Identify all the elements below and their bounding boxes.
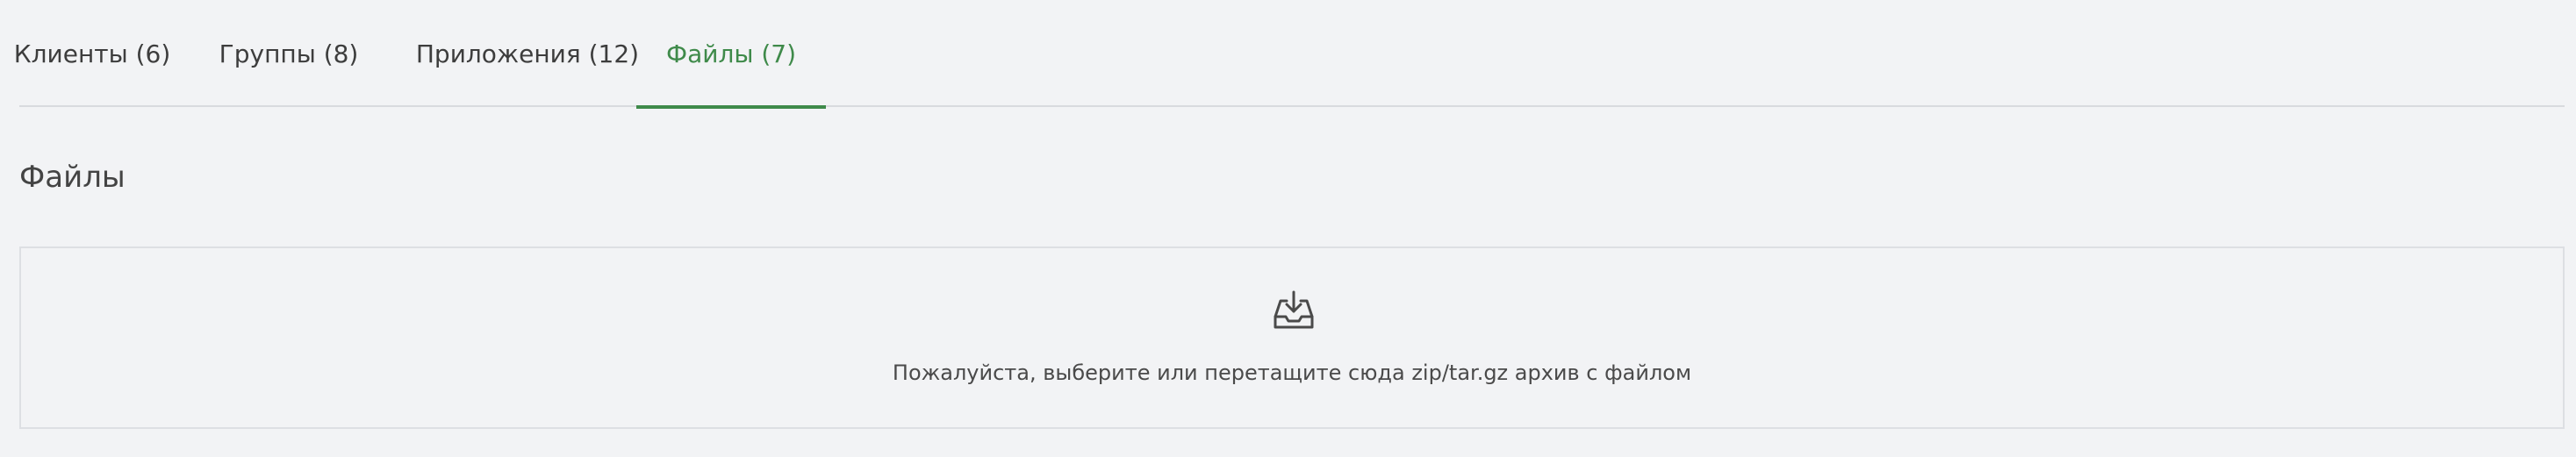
dropzone-text: Пожалуйста, выберите или перетащите сюда…: [892, 361, 1692, 385]
tab-files[interactable]: Файлы (7): [636, 0, 826, 109]
file-dropzone[interactable]: Пожалуйста, выберите или перетащите сюда…: [19, 246, 2565, 429]
tab-groups[interactable]: Группы (8): [219, 0, 359, 107]
tab-clients[interactable]: Клиенты (6): [14, 0, 171, 107]
tab-bar: Клиенты (6) Группы (8) Приложения (12) Ф…: [14, 0, 2565, 109]
tab-applications[interactable]: Приложения (12): [405, 0, 649, 107]
section-title: Файлы: [19, 160, 126, 195]
upload-tray-icon: [1274, 290, 1314, 329]
